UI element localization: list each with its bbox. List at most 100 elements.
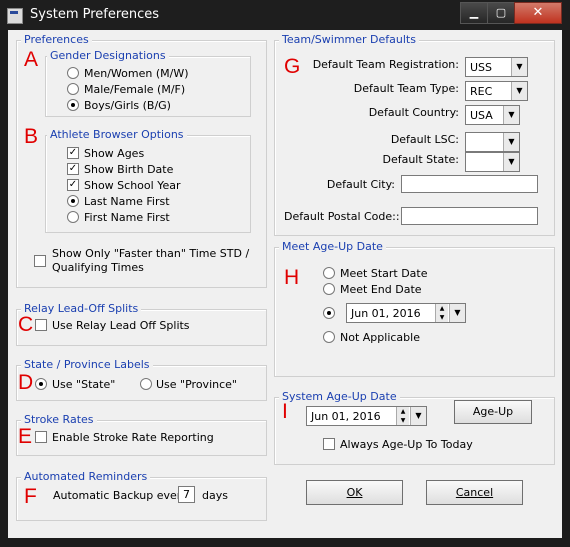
show-school-year-checkbox[interactable]: ✓ — [67, 179, 79, 191]
always-ageup-label: Always Age-Up To Today — [340, 438, 473, 451]
chevron-down-icon: ▼ — [410, 407, 426, 425]
close-button[interactable]: ✕ — [514, 2, 562, 24]
reminders-group-label: Automated Reminders — [21, 471, 151, 483]
radio-not-applicable[interactable] — [323, 331, 335, 343]
default-postal-input[interactable] — [401, 207, 538, 225]
app-icon — [7, 8, 23, 24]
radio-last-name-first[interactable] — [67, 195, 79, 207]
faster-than-checkbox[interactable] — [34, 255, 46, 267]
default-city-label: Default City: — [326, 178, 395, 191]
not-applicable-label: Not Applicable — [340, 331, 420, 344]
spin-up-icon: ▲ — [400, 408, 406, 415]
chevron-down-icon: ▼ — [449, 304, 465, 322]
meet-date-picker[interactable]: Jun 01, 2016 ▲ ▼ ▼ — [346, 303, 466, 323]
default-state-label: Default State: — [382, 153, 459, 166]
default-postal-label: Default Postal Code:: — [284, 210, 400, 223]
radio-boys-girls[interactable] — [67, 99, 79, 111]
default-country-value: USA — [470, 109, 493, 122]
system-date-picker[interactable]: Jun 01, 2016 ▲ ▼ ▼ — [306, 406, 427, 426]
spin-down-icon: ▼ — [400, 417, 406, 424]
default-registration-select[interactable]: USS ▼ — [465, 57, 528, 77]
show-birth-date-checkbox[interactable]: ✓ — [67, 163, 79, 175]
default-team-type-value: REC — [470, 85, 493, 98]
default-team-type-select[interactable]: REC ▼ — [465, 81, 528, 101]
meet-date-value: Jun 01, 2016 — [351, 307, 421, 320]
chevron-down-icon: ▼ — [503, 106, 519, 124]
radio-meet-end[interactable] — [323, 283, 335, 295]
chevron-down-icon: ▼ — [511, 58, 527, 76]
default-registration-label: Default Team Registration: — [312, 58, 459, 71]
always-ageup-checkbox[interactable] — [323, 438, 335, 450]
marker-g: G — [284, 55, 301, 78]
default-registration-value: USS — [470, 61, 493, 74]
athlete-browser-label: Athlete Browser Options — [47, 129, 187, 141]
state-province-group-label: State / Province Labels — [21, 359, 153, 371]
relay-lead-off-checkbox[interactable] — [35, 319, 47, 331]
backup-days-value: 7 — [183, 488, 190, 501]
chevron-down-icon: ▼ — [503, 133, 519, 151]
default-lsc-select[interactable]: ▼ — [465, 132, 520, 152]
chevron-down-icon: ▼ — [503, 153, 519, 171]
ok-button[interactable]: OK — [306, 480, 403, 505]
radio-male-female[interactable] — [67, 83, 79, 95]
show-ages-label: Show Ages — [84, 147, 145, 160]
default-lsc-label: Default LSC: — [390, 133, 459, 146]
show-school-year-label: Show School Year — [84, 179, 181, 192]
last-name-first-label: Last Name First — [84, 195, 170, 208]
system-date-value: Jun 01, 2016 — [311, 410, 381, 423]
marker-i: I — [282, 400, 288, 423]
meet-start-label: Meet Start Date — [340, 267, 428, 280]
title-bar: System Preferences ▁ ▢ ✕ — [0, 0, 570, 30]
marker-b: B — [24, 125, 39, 148]
team-defaults-group-label: Team/Swimmer Defaults — [279, 34, 419, 46]
relay-lead-off-label: Use Relay Lead Off Splits — [52, 319, 190, 332]
radio-boys-girls-label: Boys/Girls (B/G) — [84, 99, 171, 112]
backup-suffix-label: days — [202, 489, 228, 502]
meet-ageup-group-label: Meet Age-Up Date — [279, 241, 386, 253]
show-ages-checkbox[interactable]: ✓ — [67, 147, 79, 159]
default-country-select[interactable]: USA ▼ — [465, 105, 520, 125]
radio-use-state[interactable] — [35, 378, 47, 390]
marker-h: H — [284, 266, 300, 289]
marker-e: E — [18, 425, 33, 448]
marker-f: F — [24, 485, 37, 508]
radio-male-female-label: Male/Female (M/F) — [84, 83, 186, 96]
dialog-body: Preferences A Gender Designations Men/Wo… — [8, 30, 562, 538]
spin-up-icon: ▲ — [439, 305, 445, 312]
faster-than-label-line2: Qualifying Times — [52, 261, 144, 274]
stroke-rates-group-label: Stroke Rates — [21, 414, 97, 426]
window-title: System Preferences — [30, 7, 160, 22]
faster-than-label-line1: Show Only "Faster than" Time STD / — [52, 247, 250, 260]
first-name-first-label: First Name First — [84, 211, 170, 224]
preferences-group-label: Preferences — [21, 34, 92, 46]
relay-group-label: Relay Lead-Off Splits — [21, 303, 142, 315]
radio-use-province[interactable] — [140, 378, 152, 390]
chevron-down-icon: ▼ — [511, 82, 527, 100]
stroke-rate-label: Enable Stroke Rate Reporting — [52, 431, 214, 444]
system-date-spinner[interactable]: ▲ ▼ — [396, 407, 409, 425]
marker-d: D — [18, 371, 34, 394]
radio-meet-date[interactable] — [323, 307, 335, 319]
gender-designations-label: Gender Designations — [47, 50, 169, 62]
maximize-button[interactable]: ▢ — [487, 2, 515, 24]
radio-men-women-label: Men/Women (M/W) — [84, 67, 189, 80]
default-city-input[interactable] — [401, 175, 538, 193]
system-ageup-group-label: System Age-Up Date — [279, 391, 400, 403]
marker-c: C — [18, 313, 34, 336]
show-birth-date-label: Show Birth Date — [84, 163, 174, 176]
radio-meet-start[interactable] — [323, 267, 335, 279]
spin-down-icon: ▼ — [439, 314, 445, 321]
backup-prefix-label: Automatic Backup every — [53, 489, 188, 502]
radio-men-women[interactable] — [67, 67, 79, 79]
minimize-button[interactable]: ▁ — [460, 2, 488, 24]
default-team-type-label: Default Team Type: — [353, 82, 459, 95]
backup-days-input[interactable]: 7 — [178, 486, 195, 503]
stroke-rate-checkbox[interactable] — [35, 431, 47, 443]
meet-date-spinner[interactable]: ▲ ▼ — [435, 304, 448, 322]
default-state-select[interactable]: ▼ — [465, 152, 520, 172]
marker-a: A — [24, 48, 39, 71]
cancel-button[interactable]: Cancel — [426, 480, 523, 505]
radio-first-name-first[interactable] — [67, 211, 79, 223]
age-up-button[interactable]: Age-Up — [454, 400, 532, 424]
default-country-label: Default Country: — [368, 106, 459, 119]
